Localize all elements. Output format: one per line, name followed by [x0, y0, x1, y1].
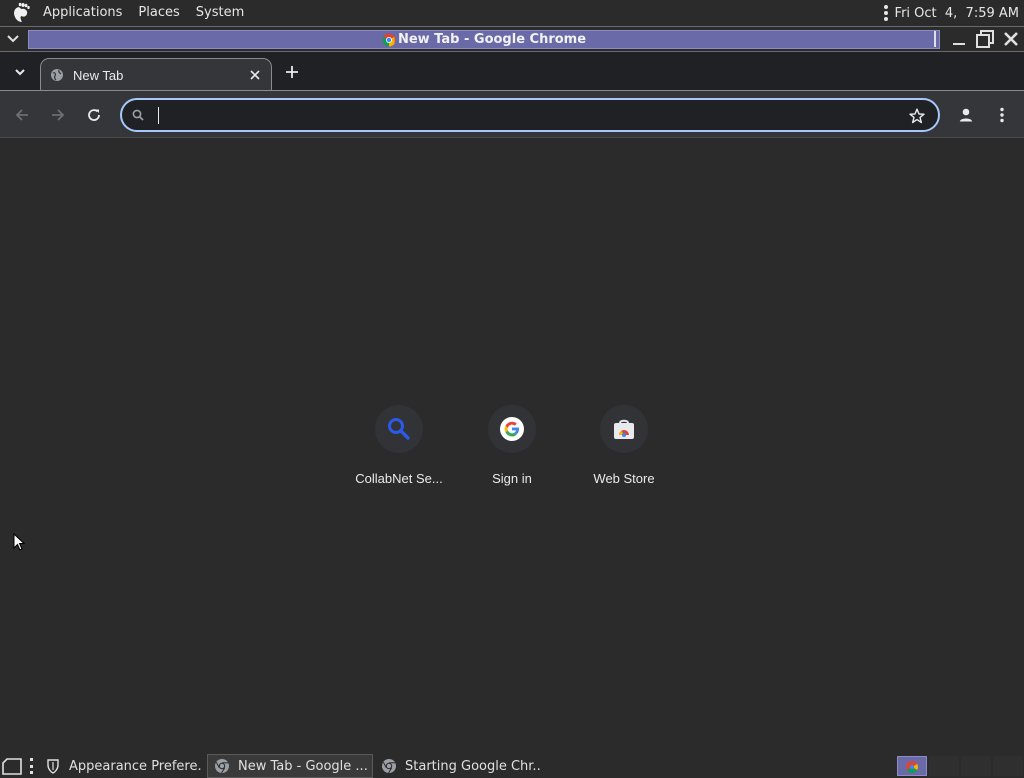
- reload-button[interactable]: [82, 103, 106, 127]
- appearance-icon: [45, 758, 61, 774]
- arrow-right-icon: [52, 109, 65, 121]
- system-menu[interactable]: System: [188, 0, 252, 26]
- chrome-icon: [214, 758, 230, 774]
- tab-strip: New Tab: [0, 52, 1024, 91]
- close-window-button[interactable]: [998, 27, 1024, 51]
- text-caret: [158, 107, 159, 124]
- taskbar-item-label: Appearance Prefere...: [69, 758, 203, 774]
- shortcut-label: Sign in: [492, 471, 532, 486]
- chrome-icon: [381, 758, 397, 774]
- kebab-menu-icon: [1000, 107, 1004, 123]
- workspace-2[interactable]: [929, 756, 959, 776]
- taskbar-item-new-tab[interactable]: New Tab - Google ...: [207, 754, 373, 778]
- taskbar-item-appearance[interactable]: Appearance Prefere...: [39, 754, 203, 778]
- star-icon: [909, 108, 925, 124]
- bookmark-star-button[interactable]: [908, 107, 926, 125]
- plus-icon: [286, 66, 298, 78]
- panel-handle-icon[interactable]: [883, 5, 889, 21]
- top-panel: Applications Places System Fri Oct 4, 7:…: [0, 0, 1024, 26]
- maximize-button[interactable]: [972, 27, 998, 51]
- window-title-bar[interactable]: New Tab - Google Chrome: [0, 26, 1024, 52]
- mouse-pointer-icon: [13, 533, 25, 551]
- maximize-icon: [976, 30, 994, 48]
- minimize-icon: [953, 43, 965, 45]
- chrome-web-store-icon: [600, 405, 648, 453]
- chrome-icon: [382, 33, 396, 47]
- bottom-panel: Appearance Prefere... New Tab - Google .…: [0, 754, 1024, 778]
- window-title-area[interactable]: New Tab - Google Chrome: [28, 30, 940, 49]
- tab-new-tab[interactable]: New Tab: [40, 58, 272, 91]
- tab-search-button[interactable]: [8, 60, 32, 84]
- address-bar[interactable]: [120, 98, 940, 132]
- shortcut-web-store[interactable]: Web Store: [568, 401, 680, 491]
- tab-close-button[interactable]: [247, 67, 263, 83]
- places-menu[interactable]: Places: [130, 0, 187, 26]
- taskbar-item-label: New Tab - Google ...: [238, 758, 368, 774]
- address-input[interactable]: [156, 104, 896, 126]
- taskbar-item-starting-chrome[interactable]: Starting Google Chr...: [375, 754, 541, 778]
- profile-icon: [959, 108, 973, 122]
- applications-menu[interactable]: Applications: [35, 0, 130, 26]
- clock[interactable]: Fri Oct 4, 7:59 AM: [895, 6, 1019, 21]
- new-tab-button[interactable]: [280, 60, 304, 84]
- shortcut-label: CollabNet Se...: [355, 471, 443, 486]
- browser-toolbar: [0, 90, 1024, 138]
- search-icon: [375, 405, 423, 453]
- chrome-icon: [906, 761, 919, 774]
- window-title: New Tab - Google Chrome: [397, 32, 587, 47]
- forward-button[interactable]: [46, 103, 70, 127]
- window-menu-button[interactable]: [2, 29, 24, 49]
- tab-title: New Tab: [73, 67, 124, 83]
- panel-handle-icon[interactable]: [27, 758, 35, 774]
- new-tab-page: CollabNet Se... Sign in Web Store: [0, 139, 1024, 754]
- google-g-icon: [488, 405, 536, 453]
- desktop-icon: [2, 758, 22, 775]
- reload-icon: [88, 109, 100, 121]
- title-separator: [934, 31, 936, 47]
- arrow-left-icon: [15, 109, 28, 121]
- shortcut-collabnet[interactable]: CollabNet Se...: [343, 401, 455, 491]
- profile-button[interactable]: [954, 103, 978, 127]
- chevron-down-icon: [7, 35, 19, 43]
- show-desktop-button[interactable]: [0, 755, 24, 777]
- chrome-menu-button[interactable]: [990, 103, 1014, 127]
- globe-icon: [50, 68, 64, 82]
- gnome-foot-icon[interactable]: [10, 2, 32, 24]
- workspace-3[interactable]: [961, 756, 991, 776]
- workspace-4[interactable]: [993, 756, 1023, 776]
- search-icon: [131, 108, 145, 122]
- close-icon: [250, 70, 260, 80]
- shortcut-label: Web Store: [593, 471, 655, 486]
- back-button[interactable]: [10, 103, 34, 127]
- workspace-1[interactable]: [897, 756, 927, 776]
- chevron-down-icon: [15, 68, 25, 75]
- shortcut-sign-in[interactable]: Sign in: [456, 401, 568, 491]
- close-icon: [1004, 32, 1018, 46]
- taskbar-item-label: Starting Google Chr...: [405, 758, 541, 774]
- minimize-button[interactable]: [946, 27, 972, 51]
